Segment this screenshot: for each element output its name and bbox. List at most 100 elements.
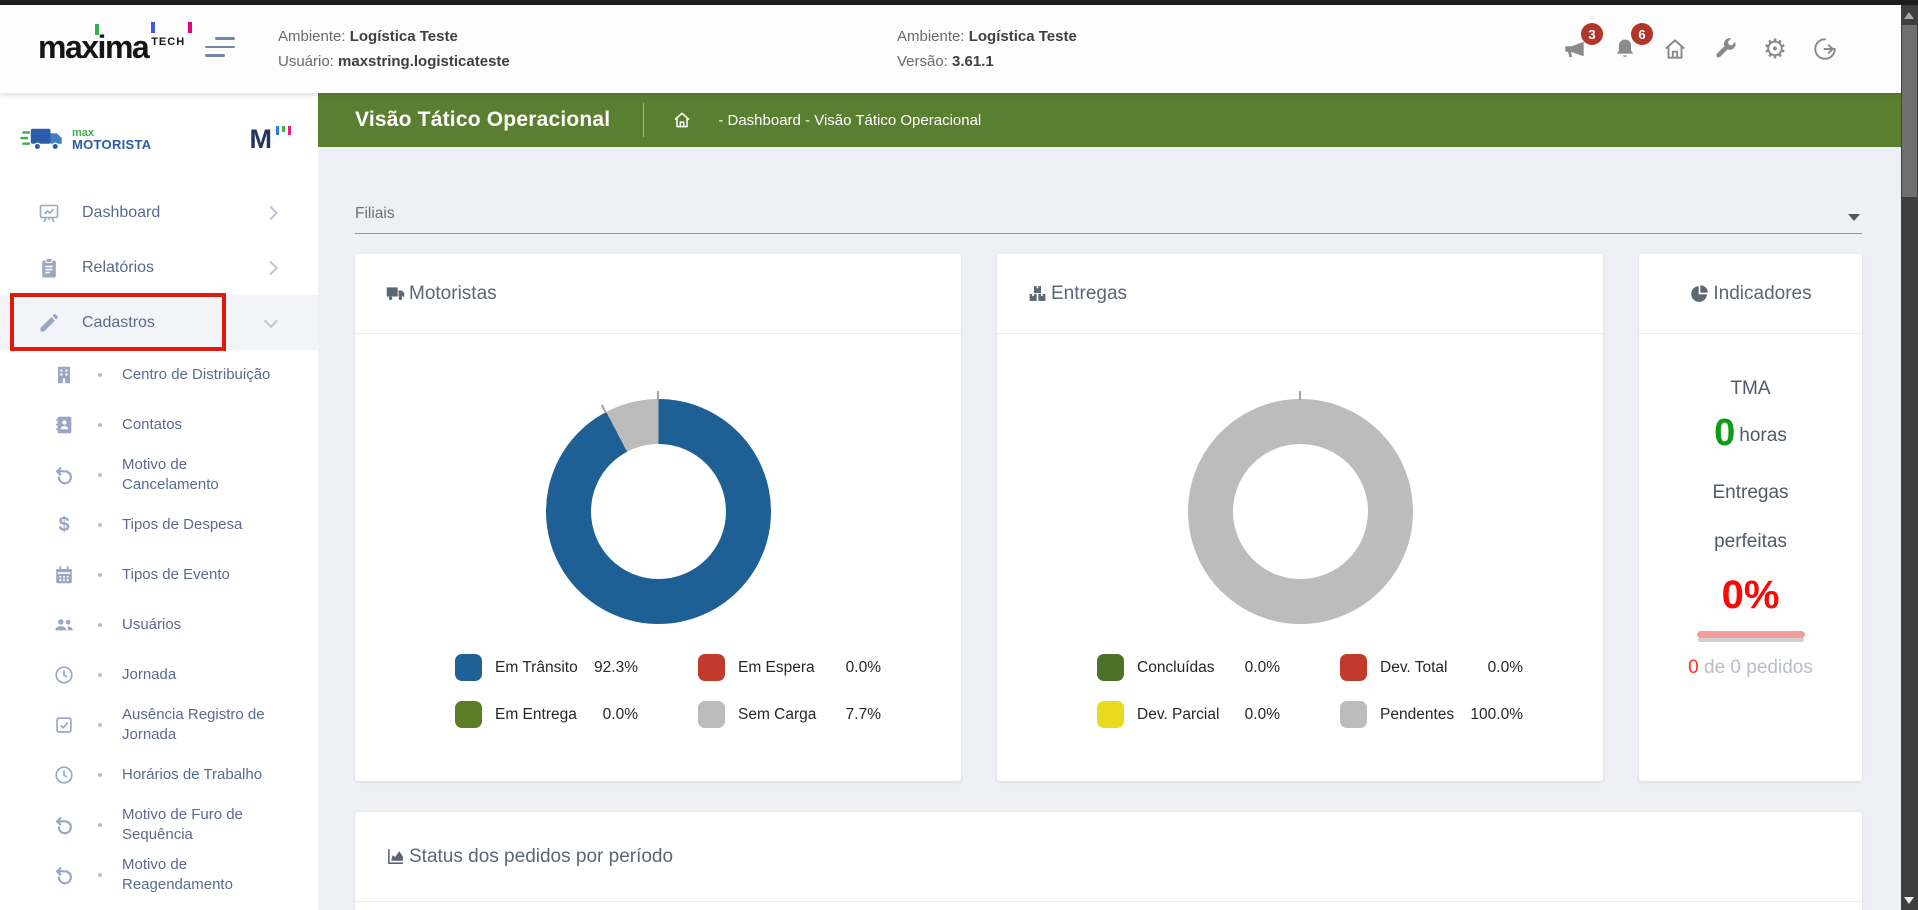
usuario-label: Usuário: <box>278 53 334 70</box>
bullet-dot <box>98 723 102 727</box>
legend-label: Pendentes <box>1380 705 1455 723</box>
m-mark-blue-tick <box>275 125 279 135</box>
legend-swatch <box>1097 654 1124 681</box>
maxmotorista-logo[interactable]: max MOTORISTA <box>20 124 152 154</box>
entregas-legend: Concluídas 0.0% Dev. Total 0.0% Dev. Par… <box>1097 654 1523 728</box>
legend-item: Em Trânsito 92.3% <box>455 654 638 681</box>
motoristas-legend: Em Trânsito 92.3% Em Espera 0.0% Em Entr… <box>455 654 881 728</box>
bullet-dot <box>98 673 102 677</box>
bullet-dot <box>98 373 102 377</box>
logo-wordmark: maxima <box>38 29 150 65</box>
window-top-strip <box>0 0 1918 5</box>
sidebar-subitem-motivo-de-reagendamento[interactable]: Motivo de Reagendamento <box>0 850 318 900</box>
legend-value: 0.0% <box>1244 658 1280 676</box>
legend-label: Sem Carga <box>738 705 817 723</box>
filiais-select[interactable]: Filiais <box>355 205 1862 234</box>
m-mark-logo[interactable]: M <box>250 124 291 155</box>
sidebar-subitem-ausencia-registro-de-jornada[interactable]: Ausência Registro de Jornada <box>0 700 318 750</box>
sidebar: max MOTORISTA M Dashboard Relatórios Cad… <box>0 93 318 910</box>
sidebar-subitem-horarios-de-trabalho[interactable]: Horários de Trabalho <box>0 750 318 800</box>
home-icon[interactable] <box>1662 36 1688 62</box>
tma-value: 0 horas <box>1639 412 1862 455</box>
entregas-card: Entregas Concluídas 0.0% Dev. Total 0.0%… <box>997 254 1603 781</box>
perfect-deliveries-label-1: Entregas <box>1712 482 1789 503</box>
undo-icon <box>52 813 76 837</box>
logout-icon[interactable] <box>1812 36 1838 62</box>
bullet-dot <box>98 623 102 627</box>
sidebar-toggle-button[interactable] <box>205 37 237 57</box>
legend-label: Em Entrega <box>495 705 577 723</box>
environment-user-info: Ambiente: Logística Teste Usuário: maxst… <box>278 24 510 74</box>
sidebar-item-cadastros[interactable]: Cadastros <box>0 295 318 350</box>
legend-item: Concluídas 0.0% <box>1097 654 1280 681</box>
clock-icon <box>52 763 76 787</box>
undo-icon <box>52 863 76 887</box>
notifications-badge: 6 <box>1631 23 1653 45</box>
sidebar-subitem-usuarios[interactable]: Usuários <box>0 600 318 650</box>
legend-label: Dev. Total <box>1380 658 1448 676</box>
sidebar-item-dashboard[interactable]: Dashboard <box>0 185 318 240</box>
dollar-icon: $ <box>58 514 70 536</box>
users-icon <box>52 613 76 637</box>
legend-value: 0.0% <box>1244 705 1280 723</box>
donut-tick <box>657 390 659 400</box>
bullet-dot <box>98 873 102 877</box>
sidebar-subitem-visao-painel[interactable]: Visão Painel <box>0 900 318 910</box>
perfect-deliveries-percent: 0% <box>1721 573 1780 617</box>
calendar-icon <box>52 563 76 587</box>
legend-swatch <box>1340 654 1367 681</box>
scroll-up-arrow-icon[interactable] <box>1904 12 1914 19</box>
breadcrumb-home-icon[interactable] <box>672 110 692 130</box>
perfect-deliveries-label-2: perfeitas <box>1714 531 1787 552</box>
legend-swatch <box>1097 701 1124 728</box>
legend-swatch <box>1340 701 1367 728</box>
app-screen: maxima TECH Ambiente: Logística Teste Usu… <box>0 0 1918 910</box>
versao-value: 3.61.1 <box>952 53 994 70</box>
orders-count: 0 de 0 pedidos <box>1639 657 1862 679</box>
dashboard-chart-icon <box>37 201 61 225</box>
donut-tick <box>1299 390 1301 400</box>
sidebar-item-relatorios[interactable]: Relatórios <box>0 240 318 295</box>
sidebar-subitem-contatos[interactable]: Contatos <box>0 400 318 450</box>
chevron-right-icon <box>263 205 279 220</box>
sidebar-item-label: Dashboard <box>82 203 161 221</box>
truck-icon <box>385 283 406 304</box>
sidebar-item-label: Relatórios <box>82 258 155 276</box>
notifications-bell-icon[interactable]: 6 <box>1612 23 1653 62</box>
sidebar-subitem-tipos-de-evento[interactable]: Tipos de Evento <box>0 550 318 600</box>
legend-swatch <box>455 654 482 681</box>
scroll-down-arrow-icon[interactable] <box>1904 897 1914 904</box>
bullet-dot <box>98 423 102 427</box>
announcements-icon[interactable]: 3 <box>1562 23 1603 62</box>
wrench-icon[interactable] <box>1712 36 1738 62</box>
scroll-thumb[interactable] <box>1902 25 1917 197</box>
card-title: Indicadores <box>1713 282 1812 304</box>
entregas-card-body: Concluídas 0.0% Dev. Total 0.0% Dev. Par… <box>997 390 1603 728</box>
clipboard-icon <box>37 256 61 280</box>
sidebar-subitem-motivo-de-furo-de-sequencia[interactable]: Motivo de Furo de Sequência <box>0 800 318 850</box>
bullet-dot <box>98 473 102 477</box>
dropdown-caret-icon <box>1848 214 1860 221</box>
orders-count-highlight: 0 <box>1688 657 1699 678</box>
header-icon-row: 3 6 ⚙ <box>1562 23 1838 63</box>
dashboard-cards-row: Motoristas Em Trânsito 92.3% Em Espera 0… <box>355 254 1862 781</box>
motoristas-card-body: Em Trânsito 92.3% Em Espera 0.0% Em Entr… <box>355 390 961 728</box>
motoristas-donut-chart <box>545 390 771 624</box>
maxima-tech-logo[interactable]: maxima TECH <box>38 22 192 66</box>
legend-value: 0.0% <box>1487 658 1523 676</box>
sidebar-subitem-tipos-de-despesa[interactable]: $ Tipos de Despesa <box>0 500 318 550</box>
motoristas-card: Motoristas Em Trânsito 92.3% Em Espera 0… <box>355 254 961 781</box>
sidebar-subitem-jornada[interactable]: Jornada <box>0 650 318 700</box>
settings-gear-icon[interactable]: ⚙ <box>1762 36 1788 63</box>
donut-tick <box>600 403 607 413</box>
sidebar-brand-row: max MOTORISTA M <box>0 93 318 161</box>
bullet-dot <box>98 773 102 777</box>
legend-label: Concluídas <box>1137 658 1215 676</box>
sidebar-subitem-centro-de-distribuicao[interactable]: Centro de Distribuição <box>0 350 318 400</box>
pie-chart-icon <box>1689 283 1710 304</box>
scrollbar[interactable] <box>1901 5 1918 910</box>
sidebar-subitem-motivo-de-cancelamento[interactable]: Motivo de Cancelamento <box>0 450 318 500</box>
bullet-dot <box>98 573 102 577</box>
ambiente-value-2: Logística Teste <box>968 28 1077 45</box>
legend-item: Em Espera 0.0% <box>698 654 881 681</box>
